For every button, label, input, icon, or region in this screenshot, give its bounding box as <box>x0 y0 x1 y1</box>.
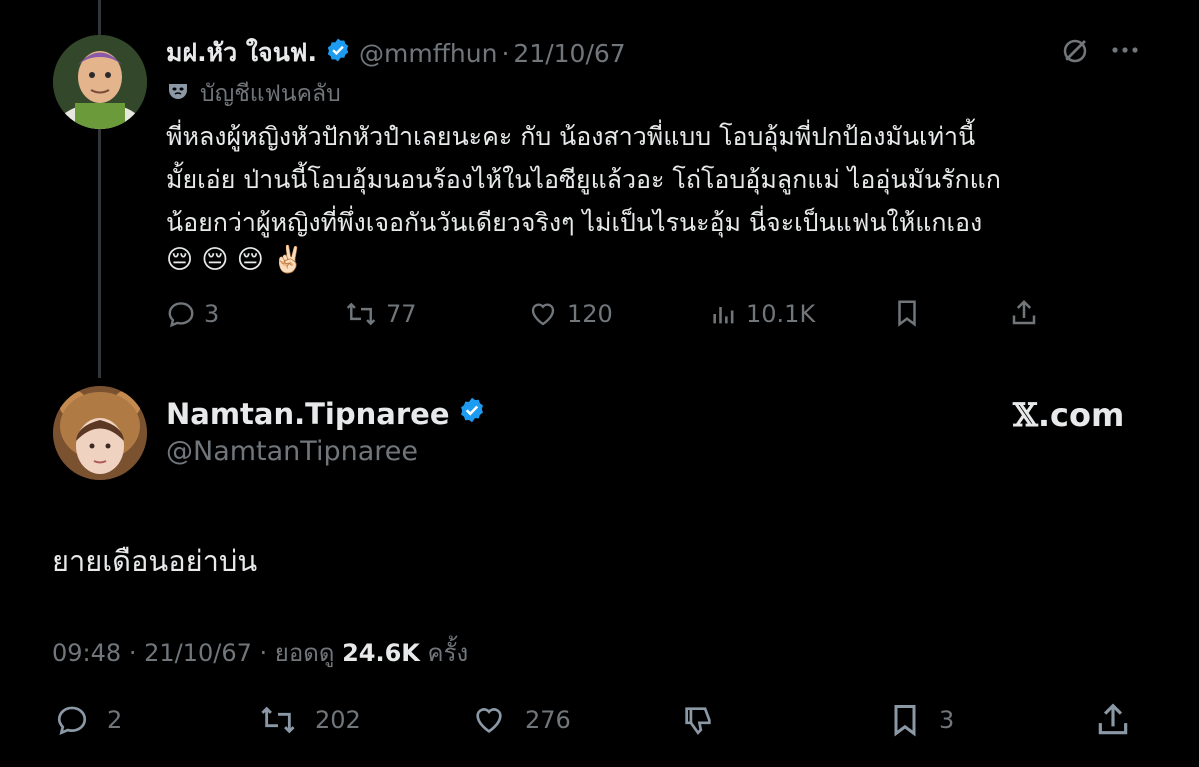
reply-count: 3 <box>204 300 220 328</box>
main-time[interactable]: 09:48 <box>52 639 121 667</box>
reply-text-line: พี่หลงผู้หญิงหัวปักหัวปำเลยนะคะ กับ น้อง… <box>166 122 976 151</box>
views-count: 10.1K <box>746 300 816 328</box>
main-tweet-text: ยายเดือนอย่าบ่น <box>52 544 258 578</box>
main-bookmark-count: 3 <box>939 706 955 734</box>
main-date[interactable]: 21/10/67 <box>144 639 252 667</box>
like-icon <box>476 708 502 733</box>
reply-text-line: น้อยกว่าผู้หญิงที่พึ่งเจอกันวันเดียวจริง… <box>166 208 983 237</box>
pensive-emoji: 😔 <box>236 245 264 275</box>
repost-icon <box>261 706 295 734</box>
reply-text-line: มั้ยเอ่ย ป่านนี้โอบอุ้มนอนร้องไห้ในไอซีย… <box>166 165 1001 194</box>
account-label: บัญชีแฟนคลับ <box>200 81 341 107</box>
separator-dot: · <box>501 38 510 68</box>
share-icon <box>1098 703 1128 735</box>
views-icon <box>713 307 734 324</box>
main-share-button[interactable] <box>1094 701 1132 739</box>
main-repost-button[interactable]: 202 <box>257 703 361 737</box>
reply-icon <box>57 706 87 736</box>
main-handle[interactable]: @NamtanTipnaree <box>166 436 418 467</box>
grok-icon[interactable] <box>1060 36 1090 70</box>
reply-tweet-text: พี่หลงผู้หญิงหัวปักหัวปำเลยนะคะ กับ น้อง… <box>166 115 1156 244</box>
reply-header: มฝ.หัว ใจนฟ. @mmffhun · 21/10/67 <box>166 33 626 73</box>
bookmark-icon <box>894 705 916 737</box>
pensive-emoji: 😔 <box>166 245 194 275</box>
victory-hand-emoji: ✌🏻 <box>272 245 305 275</box>
dislike-icon <box>685 707 711 735</box>
repost-icon <box>346 302 376 326</box>
fanclub-mask-icon <box>166 79 190 109</box>
main-like-count: 276 <box>525 706 571 734</box>
main-repost-count: 202 <box>315 706 361 734</box>
like-count: 120 <box>567 300 613 328</box>
reply-button[interactable]: 3 <box>166 299 219 329</box>
like-button[interactable]: 120 <box>527 299 613 329</box>
repost-button[interactable]: 77 <box>344 299 417 329</box>
pensive-emoji: 😔 <box>201 245 229 275</box>
verified-badge-icon <box>325 37 351 69</box>
share-button[interactable] <box>1009 297 1039 329</box>
main-header: Namtan.Tipnaree <box>166 396 486 431</box>
share-icon <box>1012 299 1036 325</box>
main-author-avatar[interactable] <box>53 386 147 480</box>
account-label-row: บัญชีแฟนคลับ <box>166 76 341 112</box>
main-bookmark-button[interactable]: 3 <box>887 701 954 739</box>
main-reply-count: 2 <box>107 706 123 734</box>
main-like-button[interactable]: 276 <box>469 703 571 737</box>
reply-display-name[interactable]: มฝ.หัว ใจนฟ. <box>166 33 317 73</box>
reply-author-avatar[interactable] <box>53 35 147 129</box>
reply-date[interactable]: 21/10/67 <box>513 39 625 68</box>
repost-count: 77 <box>386 300 417 328</box>
more-icon[interactable] <box>1110 42 1140 62</box>
reply-icon <box>168 302 194 328</box>
bookmark-icon <box>898 300 916 327</box>
views-label: ยอดดู <box>274 639 335 667</box>
x-com-watermark: 𝕏.com <box>1013 396 1125 434</box>
dislike-button[interactable] <box>678 703 718 737</box>
main-views-count: 24.6K <box>342 639 420 667</box>
reply-emoji-row: 😔 😔 😔 ✌🏻 <box>166 245 305 275</box>
reply-handle[interactable]: @mmffhun <box>359 39 497 68</box>
views-button[interactable]: 10.1K <box>710 299 815 329</box>
views-unit: ครั้ง <box>427 639 469 667</box>
main-display-name[interactable]: Namtan.Tipnaree <box>166 397 450 431</box>
main-tweet-meta: 09:48 · 21/10/67 · ยอดดู 24.6K ครั้ง <box>52 639 469 667</box>
like-icon <box>531 303 555 326</box>
main-reply-button[interactable]: 2 <box>53 703 122 737</box>
verified-badge-icon <box>458 396 486 431</box>
bookmark-button[interactable] <box>892 297 922 329</box>
